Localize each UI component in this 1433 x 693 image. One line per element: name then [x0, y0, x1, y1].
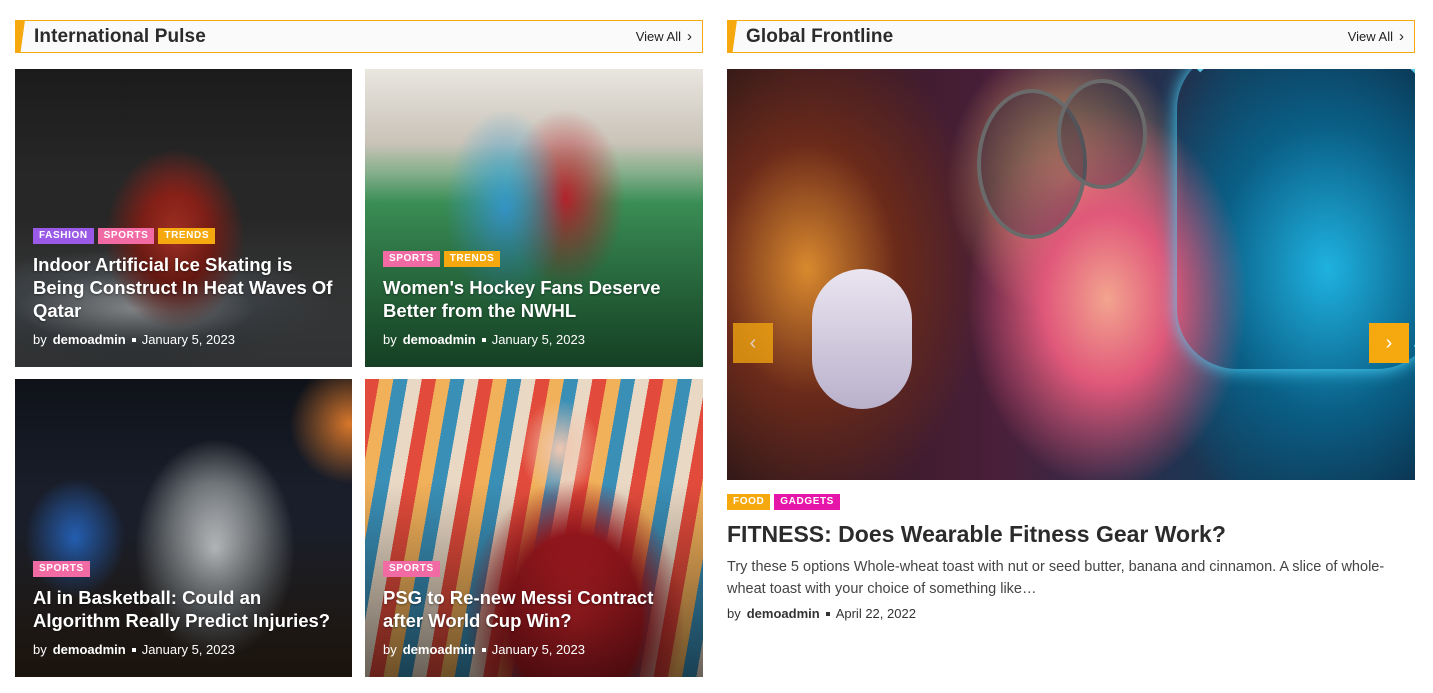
category-tags: FASHION SPORTS TRENDS: [33, 228, 334, 244]
category-tag[interactable]: TRENDS: [443, 251, 501, 267]
section-flag-accent: [727, 20, 737, 53]
article-card[interactable]: FASHION SPORTS TRENDS Indoor Artificial …: [15, 69, 352, 367]
slider-prev-button[interactable]: ‹: [733, 323, 773, 363]
author-link[interactable]: demoadmin: [403, 332, 476, 347]
card-content: FASHION SPORTS TRENDS Indoor Artificial …: [33, 228, 334, 347]
section-title: Global Frontline: [746, 25, 894, 47]
article-card[interactable]: SPORTS PSG to Re-new Messi Contract afte…: [365, 379, 703, 677]
glasses-lens-decoration: [1057, 79, 1147, 189]
meta-separator: [481, 337, 486, 342]
article-date[interactable]: January 5, 2023: [142, 332, 235, 347]
article-title[interactable]: Women's Hockey Fans Deserve Better from …: [383, 276, 685, 322]
by-label: by: [727, 606, 741, 621]
headphone-decoration: [812, 269, 912, 409]
international-pulse-section: International Pulse View All ›: [15, 20, 703, 53]
view-all-label: View All: [635, 29, 681, 44]
category-tag[interactable]: SPORTS: [97, 228, 155, 244]
card-content: SPORTS TRENDS Women's Hockey Fans Deserv…: [383, 251, 685, 347]
by-label: by: [383, 642, 397, 657]
category-tags: SPORTS: [33, 561, 334, 577]
article-meta: by demoadmin January 5, 2023: [383, 332, 685, 347]
section-header: International Pulse View All ›: [15, 20, 703, 53]
section-header: Global Frontline View All ›: [727, 20, 1415, 53]
chevron-right-icon: ›: [1399, 28, 1404, 45]
category-tag[interactable]: GADGETS: [774, 494, 840, 510]
category-tag[interactable]: SPORTS: [33, 561, 90, 577]
featured-article-title[interactable]: FITNESS: Does Wearable Fitness Gear Work…: [727, 520, 1415, 548]
card-content: SPORTS AI in Basketball: Could an Algori…: [33, 561, 334, 657]
article-title[interactable]: PSG to Re-new Messi Contract after World…: [383, 586, 685, 632]
article-date[interactable]: January 5, 2023: [492, 332, 585, 347]
article-meta: by demoadmin January 5, 2023: [33, 642, 334, 657]
chevron-left-icon: ‹: [749, 331, 757, 354]
section-flag-accent: [15, 20, 25, 53]
featured-article: FOOD GADGETS FITNESS: Does Wearable Fitn…: [727, 494, 1415, 621]
meta-separator: [131, 647, 136, 652]
author-link[interactable]: demoadmin: [53, 332, 126, 347]
by-label: by: [383, 332, 397, 347]
chevron-right-icon: ›: [687, 28, 692, 45]
global-frontline-section: Global Frontline View All ›: [727, 20, 1415, 53]
article-date[interactable]: January 5, 2023: [492, 642, 585, 657]
featured-slider[interactable]: ‹ ›: [727, 69, 1415, 480]
author-link[interactable]: demoadmin: [53, 642, 126, 657]
view-all-label: View All: [1347, 29, 1393, 44]
article-meta: by demoadmin April 22, 2022: [727, 606, 1415, 621]
featured-article-excerpt: Try these 5 options Whole-wheat toast wi…: [727, 559, 1385, 597]
article-date[interactable]: April 22, 2022: [836, 606, 916, 621]
view-all-link[interactable]: View All ›: [636, 29, 692, 44]
meta-separator: [825, 611, 830, 616]
by-label: by: [33, 332, 47, 347]
slider-next-button[interactable]: ›: [1369, 323, 1409, 363]
category-tags: SPORTS: [383, 561, 685, 577]
card-content: SPORTS PSG to Re-new Messi Contract afte…: [383, 561, 685, 657]
category-tag[interactable]: FASHION: [33, 228, 94, 244]
meta-separator: [131, 337, 136, 342]
category-tags: FOOD GADGETS: [727, 494, 1415, 510]
article-meta: by demoadmin January 5, 2023: [383, 642, 685, 657]
article-card[interactable]: SPORTS TRENDS Women's Hockey Fans Deserv…: [365, 69, 703, 367]
category-tags: SPORTS TRENDS: [383, 251, 685, 267]
article-meta: by demoadmin January 5, 2023: [33, 332, 334, 347]
article-card[interactable]: SPORTS AI in Basketball: Could an Algori…: [15, 379, 352, 677]
chevron-right-icon: ›: [1385, 331, 1393, 354]
meta-separator: [481, 647, 486, 652]
category-tag[interactable]: SPORTS: [383, 561, 440, 577]
article-title[interactable]: Indoor Artificial Ice Skating is Being C…: [33, 253, 334, 322]
author-link[interactable]: demoadmin: [403, 642, 476, 657]
article-date[interactable]: January 5, 2023: [142, 642, 235, 657]
by-label: by: [33, 642, 47, 657]
article-title[interactable]: AI in Basketball: Could an Algorithm Rea…: [33, 586, 334, 632]
category-tag[interactable]: TRENDS: [158, 228, 216, 244]
view-all-link[interactable]: View All ›: [1348, 29, 1404, 44]
category-tag[interactable]: SPORTS: [383, 251, 440, 267]
category-tag[interactable]: FOOD: [727, 494, 771, 510]
section-title: International Pulse: [34, 25, 206, 47]
author-link[interactable]: demoadmin: [747, 606, 820, 621]
